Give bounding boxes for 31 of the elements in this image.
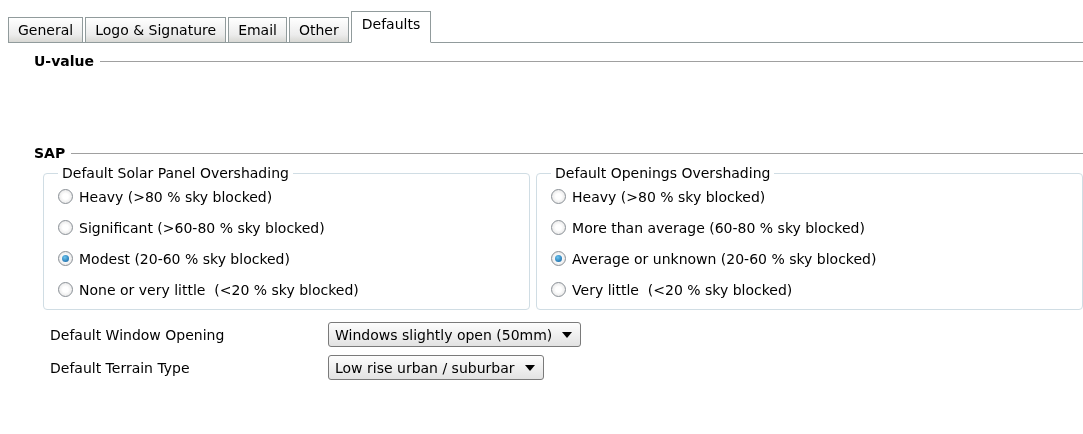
field-label: Default Window Opening bbox=[50, 326, 226, 343]
radio-option[interactable]: Heavy (>80 % sky blocked) bbox=[58, 181, 520, 212]
tab[interactable]: Defaults bbox=[350, 11, 432, 43]
radio-option[interactable]: Very little (<20 % sky blocked) bbox=[551, 274, 1072, 305]
section-title: U-value bbox=[34, 53, 94, 69]
radio-option[interactable]: Average or unknown (20-60 % sky blocked) bbox=[551, 243, 1072, 274]
radio-button[interactable] bbox=[58, 189, 73, 204]
caret-icon bbox=[562, 331, 573, 338]
dropdown[interactable]: Windows slightly open (50mm) bbox=[328, 322, 582, 347]
radio-button[interactable] bbox=[551, 189, 567, 204]
tab[interactable]: Email bbox=[228, 17, 287, 42]
caret-icon bbox=[524, 364, 535, 371]
radio-option[interactable]: Significant (>60-80 % sky blocked) bbox=[58, 212, 520, 243]
group-title: Default Solar Panel Overshading bbox=[61, 165, 290, 181]
radio-option[interactable]: Modest (20-60 % sky blocked) bbox=[58, 243, 520, 274]
radio-button[interactable] bbox=[58, 251, 73, 266]
tab[interactable]: Logo & Signature bbox=[85, 17, 227, 42]
radio-button[interactable] bbox=[58, 220, 73, 235]
radio-button[interactable] bbox=[551, 220, 567, 235]
radio-button[interactable] bbox=[551, 282, 567, 297]
radio-button[interactable] bbox=[58, 282, 73, 297]
radio-option[interactable]: More than average (60-80 % sky blocked) bbox=[551, 212, 1072, 243]
tab[interactable]: Other bbox=[288, 17, 349, 42]
group-title: Default Openings Overshading bbox=[554, 165, 772, 181]
field-label: Default Terrain Type bbox=[50, 359, 191, 376]
tab[interactable]: General bbox=[8, 17, 84, 42]
radio-option[interactable]: None or very little (<20 % sky blocked) bbox=[58, 274, 520, 305]
dropdown[interactable]: Low rise urban / suburbar bbox=[328, 355, 544, 380]
radio-button[interactable] bbox=[551, 251, 567, 266]
radio-option[interactable]: Heavy (>80 % sky blocked) bbox=[551, 181, 1072, 212]
section-title: SAP bbox=[34, 145, 66, 161]
